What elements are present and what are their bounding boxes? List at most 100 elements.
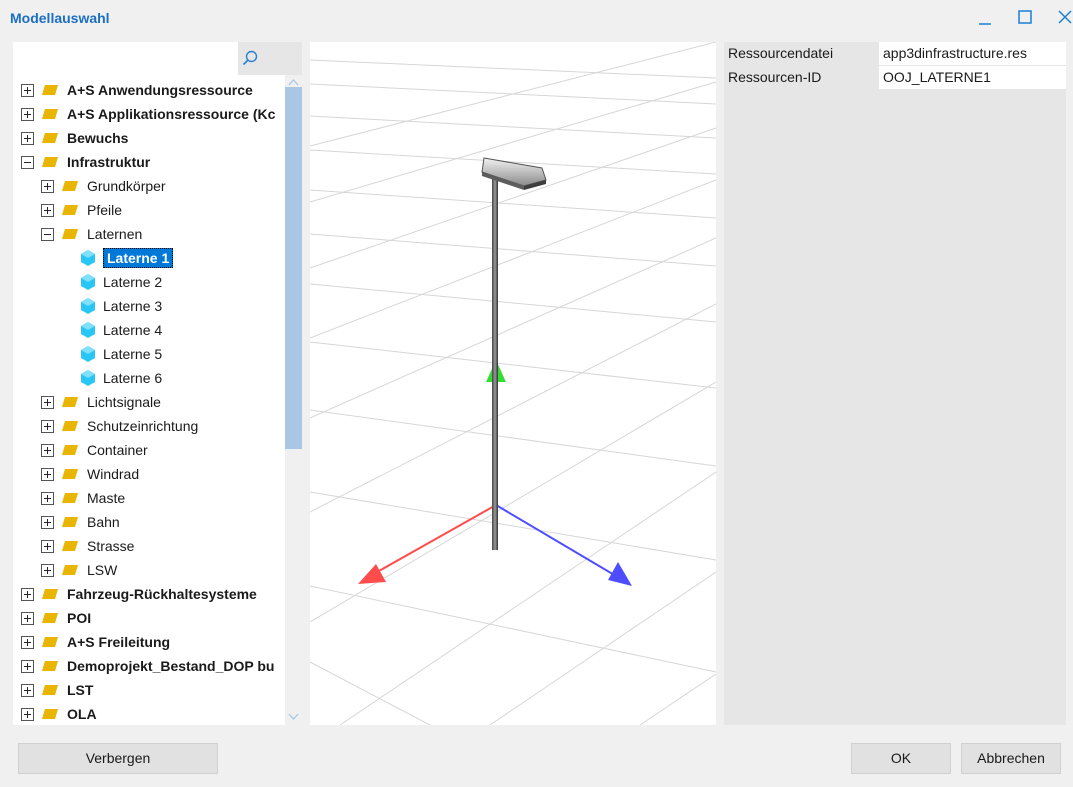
tree-folder-item[interactable]: LST <box>21 678 93 702</box>
3d-scene <box>310 42 716 725</box>
tree-model-item[interactable]: Laterne 6 <box>81 366 162 390</box>
model-cube-icon <box>81 298 95 314</box>
tree-folder-item[interactable]: LSW <box>41 558 117 582</box>
tree-folder-item[interactable]: Infrastruktur <box>21 150 150 174</box>
tree-folder-item[interactable]: Strasse <box>41 534 134 558</box>
collapse-icon[interactable] <box>21 155 34 169</box>
folder-icon <box>42 685 58 695</box>
folder-icon <box>42 109 58 119</box>
expand-icon[interactable] <box>21 707 34 721</box>
expand-icon[interactable] <box>21 107 34 121</box>
tree-model-item[interactable]: Laterne 2 <box>81 270 162 294</box>
tree-folder-item[interactable]: Laternen <box>41 222 142 246</box>
tree-item-label: A+S Applikationsressource (Kc <box>67 106 276 122</box>
tree-item-label: Strasse <box>87 538 135 554</box>
folder-icon <box>42 85 58 95</box>
tree-item-label: Pfeile <box>87 202 123 218</box>
model-cube-icon <box>81 274 95 290</box>
tree-item-label: Bahn <box>87 514 120 530</box>
folder-icon <box>62 205 78 215</box>
expand-icon[interactable] <box>41 395 54 409</box>
tree-item-label: Demoprojekt_Bestand_DOP bu <box>67 658 275 674</box>
expand-icon[interactable] <box>21 587 34 601</box>
tree-item-label: Grundkörper <box>87 178 166 194</box>
property-row-resource-file: Ressourcendatei app3dinfrastructure.res <box>724 42 1066 66</box>
tree-item-label: Laterne 5 <box>103 346 163 362</box>
expand-icon[interactable] <box>21 83 34 97</box>
expand-icon[interactable] <box>21 683 34 697</box>
properties-panel: Ressourcendatei app3dinfrastructure.res … <box>724 42 1066 725</box>
tree-item-label: A+S Freileitung <box>67 634 171 650</box>
tree-folder-item[interactable]: A+S Applikationsressource (Kc <box>21 102 275 126</box>
collapse-icon[interactable] <box>41 227 54 241</box>
expand-icon[interactable] <box>21 131 34 145</box>
search-input[interactable] <box>13 42 238 75</box>
3d-preview-viewport[interactable] <box>310 42 716 725</box>
expand-icon[interactable] <box>41 539 54 553</box>
tree-item-label: Fahrzeug-Rückhaltesysteme <box>67 586 257 602</box>
close-icon[interactable] <box>1053 7 1073 29</box>
scroll-thumb[interactable] <box>285 87 302 449</box>
expand-icon[interactable] <box>41 179 54 193</box>
tree-folder-item[interactable]: Windrad <box>41 462 139 486</box>
folder-icon <box>62 517 78 527</box>
folder-icon <box>62 541 78 551</box>
tree-folder-item[interactable]: OLA <box>21 702 97 725</box>
ok-button[interactable]: OK <box>851 743 951 774</box>
model-cube-icon <box>81 370 95 386</box>
expand-icon[interactable] <box>41 467 54 481</box>
expand-icon[interactable] <box>41 443 54 457</box>
minimize-icon[interactable] <box>973 7 997 29</box>
tree-scrollbar[interactable] <box>285 75 302 725</box>
tree-item-label: Laternen <box>87 226 143 242</box>
tree-item-label: OLA <box>67 706 97 722</box>
scroll-down-icon[interactable] <box>285 710 302 724</box>
tree-item-label: Schutzeinrichtung <box>87 418 199 434</box>
hide-button[interactable]: Verbergen <box>18 743 218 774</box>
tree-folder-item[interactable]: Bewuchs <box>21 126 128 150</box>
tree-folder-item[interactable]: Fahrzeug-Rückhaltesysteme <box>21 582 257 606</box>
tree-item-label: LSW <box>87 562 118 578</box>
tree-folder-item[interactable]: Lichtsignale <box>41 390 161 414</box>
expand-icon[interactable] <box>21 611 34 625</box>
tree-folder-item[interactable]: Maste <box>41 486 125 510</box>
tree-folder-item[interactable]: A+S Anwendungsressource <box>21 78 253 102</box>
tree-folder-item[interactable]: A+S Freileitung <box>21 630 170 654</box>
model-tree-panel: A+S Anwendungsressource A+S Applikationsr… <box>13 42 302 725</box>
property-value[interactable]: OOJ_LATERNE1 <box>879 66 1066 89</box>
expand-icon[interactable] <box>41 491 54 505</box>
expand-icon[interactable] <box>41 515 54 529</box>
folder-icon <box>42 157 58 167</box>
expand-icon[interactable] <box>41 563 54 577</box>
tree-folder-item[interactable]: Grundkörper <box>41 174 166 198</box>
search-button[interactable] <box>238 42 302 75</box>
tree-model-item[interactable]: Laterne 5 <box>81 342 162 366</box>
tree-folder-item[interactable]: Container <box>41 438 148 462</box>
window-title: Modellauswahl <box>10 10 110 26</box>
expand-icon[interactable] <box>21 659 34 673</box>
property-value[interactable]: app3dinfrastructure.res <box>879 42 1066 65</box>
tree-item-label: Bewuchs <box>67 130 129 146</box>
tree-folder-item[interactable]: Demoprojekt_Bestand_DOP bu <box>21 654 274 678</box>
folder-icon <box>62 493 78 503</box>
maximize-icon[interactable] <box>1013 7 1037 29</box>
lantern-model <box>481 157 547 550</box>
expand-icon[interactable] <box>21 635 34 649</box>
tree-model-item[interactable]: Laterne 4 <box>81 318 162 342</box>
tree-item-label: Lichtsignale <box>87 394 161 410</box>
tree-folder-item[interactable]: POI <box>21 606 91 630</box>
tree-folder-item[interactable]: Schutzeinrichtung <box>41 414 198 438</box>
tree-folder-item[interactable]: Bahn <box>41 510 120 534</box>
tree-model-item[interactable]: Laterne 3 <box>81 294 162 318</box>
tree-item-label: Infrastruktur <box>67 154 151 170</box>
search-icon <box>242 50 258 66</box>
tree-item-label: Laterne 1 <box>103 248 174 268</box>
tree-item-label: Laterne 2 <box>103 274 163 290</box>
expand-icon[interactable] <box>41 203 54 217</box>
expand-icon[interactable] <box>41 419 54 433</box>
tree-folder-item[interactable]: Pfeile <box>41 198 122 222</box>
cancel-button[interactable]: Abbrechen <box>961 743 1061 774</box>
tree-model-item[interactable]: Laterne 1 <box>81 246 174 270</box>
tree-item-label: A+S Anwendungsressource <box>67 82 253 98</box>
folder-icon <box>62 469 78 479</box>
